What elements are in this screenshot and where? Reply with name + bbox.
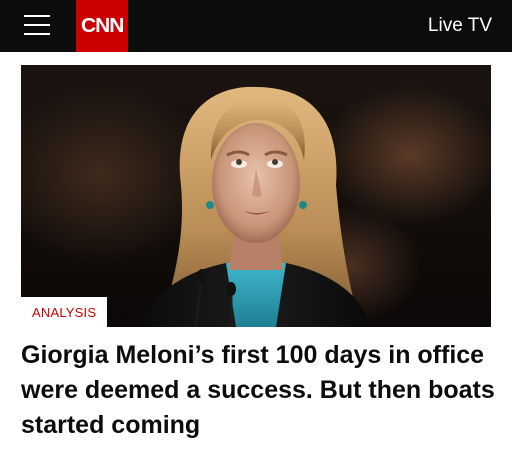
article-headline[interactable]: Giorgia Meloni’s first 100 days in offic…: [21, 338, 496, 443]
hamburger-menu-icon[interactable]: [24, 13, 50, 37]
menu-line-top: [24, 15, 50, 17]
article-hero-image[interactable]: [21, 65, 491, 327]
menu-line-bottom: [24, 33, 50, 35]
analysis-tag[interactable]: ANALYSIS: [21, 297, 108, 327]
portrait-illustration: [141, 86, 371, 327]
menu-line-middle: [24, 24, 50, 26]
cnn-logo-text: CNN: [80, 14, 124, 37]
live-tv-link[interactable]: Live TV: [428, 15, 492, 37]
top-navigation-bar: CNN Live TV: [0, 0, 512, 52]
cnn-logo[interactable]: CNN: [76, 0, 128, 52]
analysis-tag-label: ANALYSIS: [32, 304, 97, 320]
